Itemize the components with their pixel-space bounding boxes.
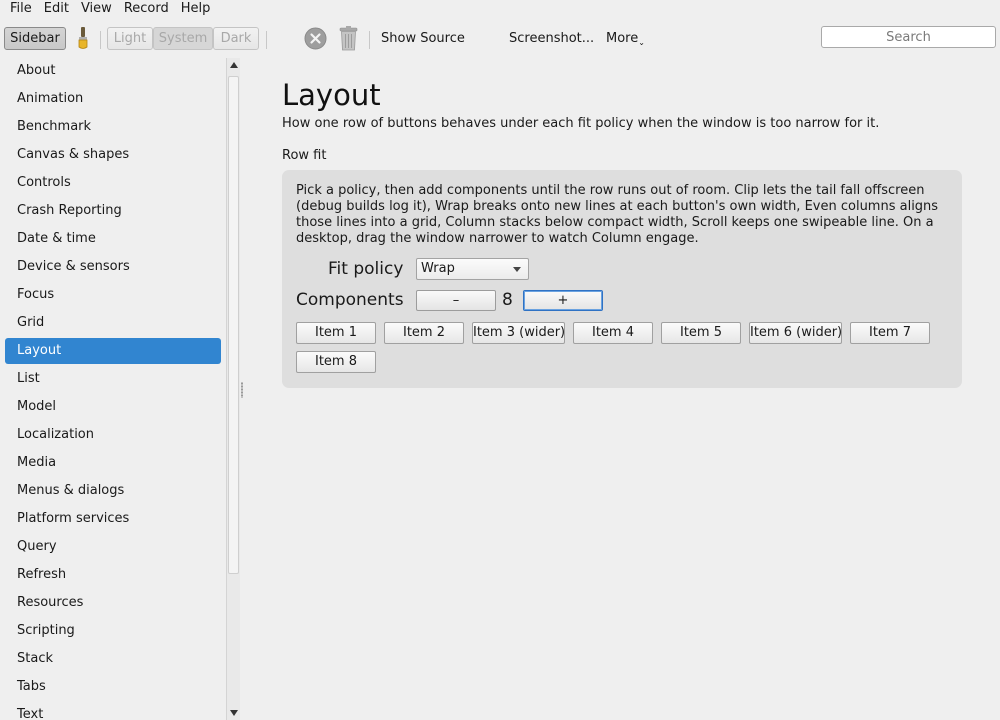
toolbar-separator [100,31,101,49]
theme-light-button[interactable]: Light [107,27,153,50]
sidebar-item-scripting[interactable]: Scripting [5,618,221,644]
menu-edit[interactable]: Edit [38,0,75,17]
components-count: 8 [502,290,513,310]
toolbar-separator [266,31,267,49]
theme-dark-button[interactable]: Dark [213,27,259,50]
sidebar-item-device-sensors[interactable]: Device & sensors [5,254,221,280]
sidebar-item-platform-services[interactable]: Platform services [5,506,221,532]
scroll-down-arrow-icon[interactable] [230,710,238,716]
paintbrush-icon[interactable] [75,26,91,50]
sidebar-item-crash-reporting[interactable]: Crash Reporting [5,198,221,224]
panel-description: Pick a policy, then add components until… [296,183,939,246]
page-subtitle: How one row of buttons behaves under eac… [282,116,880,131]
sidebar-toggle-button[interactable]: Sidebar [4,27,66,50]
sidebar: About Animation Benchmark Canvas & shape… [0,58,226,720]
sidebar-item-benchmark[interactable]: Benchmark [5,114,221,140]
menu-help[interactable]: Help [175,0,217,17]
sidebar-item-tabs[interactable]: Tabs [5,674,221,700]
scrollbar-thumb[interactable] [228,76,239,574]
more-menu-button[interactable]: More⌄ [606,31,645,51]
show-source-button[interactable]: Show Source [381,31,465,47]
components-label: Components [296,290,404,310]
decrement-button[interactable]: – [416,290,496,311]
sidebar-item-menus-dialogs[interactable]: Menus & dialogs [5,478,221,504]
page-title: Layout [282,78,381,112]
splitter-handle[interactable] [241,382,243,398]
toolbar: Sidebar Light System Dark Show Source Sc… [0,22,1000,56]
sidebar-item-media[interactable]: Media [5,450,221,476]
theme-system-button[interactable]: System [153,27,213,50]
item-button[interactable]: Item 6 (wider) [749,322,842,344]
sidebar-item-canvas-shapes[interactable]: Canvas & shapes [5,142,221,168]
menu-record[interactable]: Record [118,0,175,17]
sidebar-item-date-time[interactable]: Date & time [5,226,221,252]
chevron-down-icon [513,267,521,272]
menu-file[interactable]: File [4,0,38,17]
scroll-up-arrow-icon[interactable] [230,62,238,68]
fit-policy-label: Fit policy [328,259,404,279]
increment-button[interactable]: + [523,290,603,311]
sidebar-item-animation[interactable]: Animation [5,86,221,112]
fit-policy-value: Wrap [421,261,455,276]
chevron-down-icon: ⌄ [638,38,645,47]
screenshot-button[interactable]: Screenshot... [509,31,594,47]
row-fit-panel: Pick a policy, then add components until… [282,170,962,388]
sidebar-scrollbar[interactable] [226,58,240,720]
fit-policy-select[interactable]: Wrap [416,258,529,280]
sidebar-item-stack[interactable]: Stack [5,646,221,672]
item-button[interactable]: Item 4 [573,322,653,344]
sidebar-item-text[interactable]: Text [5,702,221,720]
item-button[interactable]: Item 3 (wider) [472,322,565,344]
close-circle-icon[interactable] [304,27,327,50]
sidebar-item-about[interactable]: About [5,58,221,84]
item-button[interactable]: Item 7 [850,322,930,344]
sidebar-item-focus[interactable]: Focus [5,282,221,308]
item-button[interactable]: Item 2 [384,322,464,344]
sidebar-item-controls[interactable]: Controls [5,170,221,196]
search-input[interactable] [821,26,996,48]
toolbar-separator [369,31,370,49]
sidebar-item-refresh[interactable]: Refresh [5,562,221,588]
sidebar-item-localization[interactable]: Localization [5,422,221,448]
menu-bar: File Edit View Record Help [0,0,1000,17]
section-label: Row fit [282,148,327,163]
sidebar-item-resources[interactable]: Resources [5,590,221,616]
item-button[interactable]: Item 1 [296,322,376,344]
trash-icon[interactable] [338,26,359,51]
more-label: More [606,31,639,46]
sidebar-item-model[interactable]: Model [5,394,221,420]
item-button[interactable]: Item 5 [661,322,741,344]
sidebar-item-layout[interactable]: Layout [5,338,221,364]
item-button[interactable]: Item 8 [296,351,376,373]
menu-view[interactable]: View [75,0,118,17]
sidebar-item-query[interactable]: Query [5,534,221,560]
sidebar-item-grid[interactable]: Grid [5,310,221,336]
sidebar-item-list[interactable]: List [5,366,221,392]
